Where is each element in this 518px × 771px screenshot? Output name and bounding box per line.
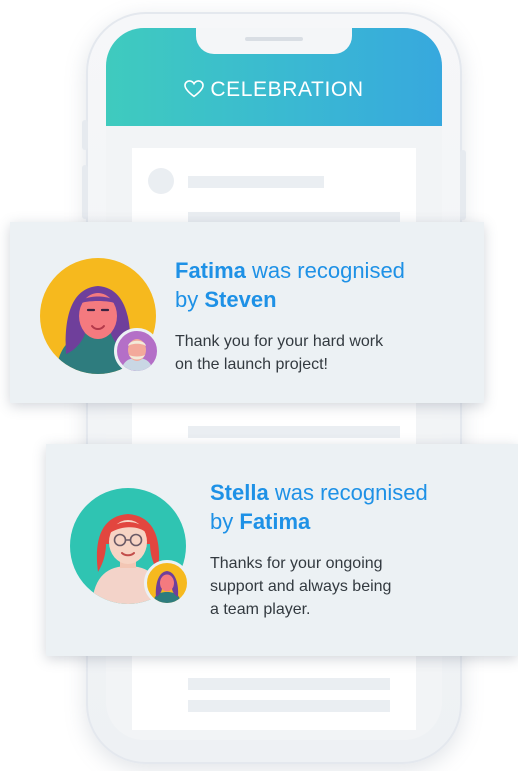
recognition-message: Thanks for your ongoing support and alwa…: [210, 552, 506, 621]
feed-placeholder-line: [188, 678, 390, 690]
feed-placeholder-line: [188, 176, 324, 188]
phone-power-button: [460, 150, 466, 220]
message-line: Thanks for your ongoing: [210, 555, 383, 572]
recognised-phrase: was recognised: [274, 480, 428, 505]
recipient-name[interactable]: Stella: [210, 480, 269, 505]
message-line: a team player.: [210, 601, 311, 618]
heart-icon: [184, 80, 205, 98]
feed-placeholder-line: [188, 700, 390, 712]
header-title-text: CELEBRATION: [210, 78, 364, 101]
feed-placeholder-line: [188, 426, 400, 438]
giver-avatar: [114, 328, 160, 374]
giver-avatar: [144, 560, 190, 606]
giver-name[interactable]: Fatima: [239, 509, 310, 534]
phone-side-button: [82, 165, 88, 219]
recognition-headline: Stella was recognised by Fatima: [210, 478, 506, 536]
recognition-headline: Fatima was recognised by Steven: [175, 256, 471, 314]
by-word: by: [210, 509, 234, 534]
message-line: support and always being: [210, 578, 392, 595]
recipient-name[interactable]: Fatima: [175, 258, 246, 283]
recognition-message: Thank you for your hard work on the laun…: [175, 330, 471, 376]
recognition-card[interactable]: Fatima was recognised by Steven Thank yo…: [10, 222, 484, 403]
by-word: by: [175, 287, 199, 312]
recognition-card[interactable]: Stella was recognised by Fatima Thanks f…: [46, 444, 518, 656]
phone-side-button: [82, 120, 88, 150]
recognised-phrase: was recognised: [252, 258, 405, 283]
phone-speaker: [245, 37, 303, 41]
feed-placeholder-avatar: [148, 168, 174, 194]
header-title: CELEBRATION: [106, 78, 442, 102]
message-line: Thank you for your hard work: [175, 333, 384, 350]
giver-name[interactable]: Steven: [204, 287, 276, 312]
message-line: on the launch project!: [175, 356, 328, 373]
phone-notch: [196, 28, 352, 54]
